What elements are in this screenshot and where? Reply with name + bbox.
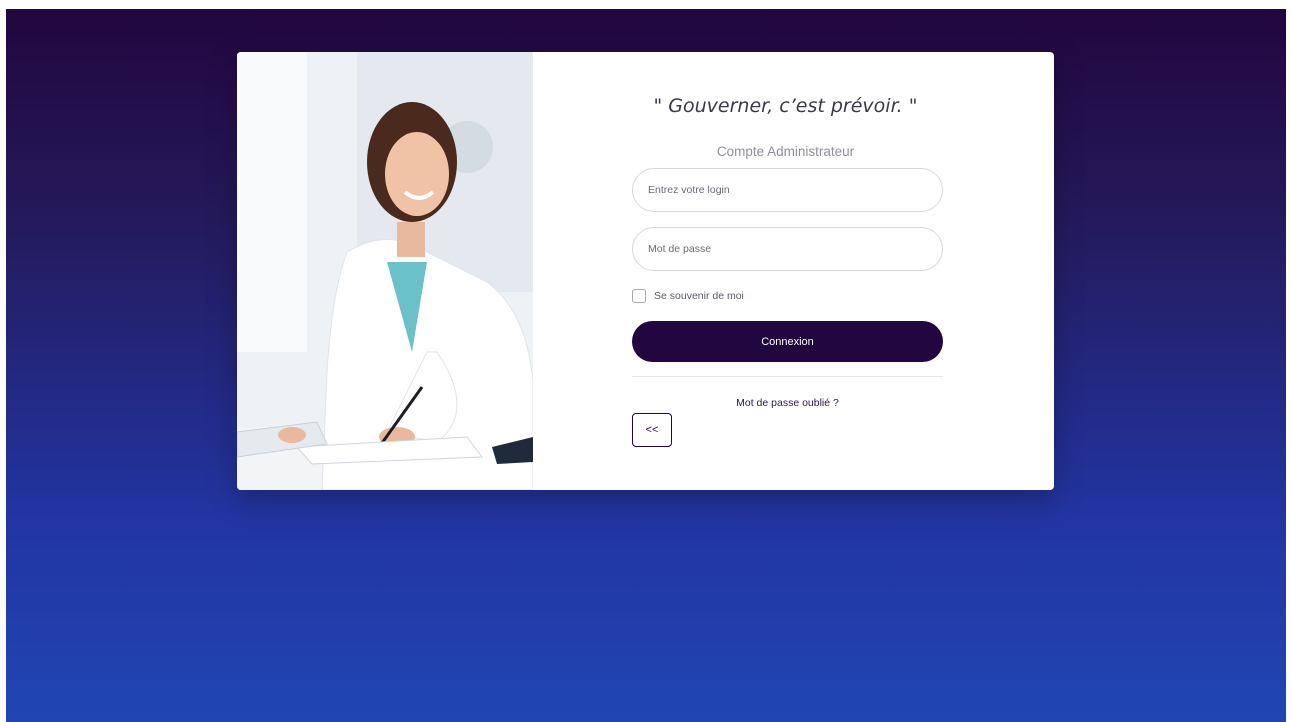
password-input[interactable]: Mot de passe <box>632 227 943 271</box>
back-button[interactable]: << <box>632 413 672 447</box>
login-button[interactable]: Connexion <box>632 321 943 362</box>
remember-me-checkbox[interactable] <box>632 289 646 303</box>
login-placeholder: Entrez votre login <box>648 184 730 196</box>
forgot-password-link[interactable]: Mot de passe oublié ? <box>632 397 943 409</box>
motto-quote: " Gouverner, c’est prévoir. " <box>653 95 918 117</box>
doctor-photo <box>237 52 533 490</box>
account-type-label: Compte Administrateur <box>716 144 855 159</box>
login-input[interactable]: Entrez votre login <box>632 168 943 212</box>
login-card: " Gouverner, c’est prévoir. " Compte Adm… <box>237 52 1054 490</box>
remember-me[interactable]: Se souvenir de moi <box>632 289 744 303</box>
remember-me-label: Se souvenir de moi <box>654 290 744 302</box>
page-background: " Gouverner, c’est prévoir. " Compte Adm… <box>6 9 1286 722</box>
password-placeholder: Mot de passe <box>648 243 712 255</box>
divider <box>632 376 943 377</box>
login-form: " Gouverner, c’est prévoir. " Compte Adm… <box>533 52 1054 490</box>
